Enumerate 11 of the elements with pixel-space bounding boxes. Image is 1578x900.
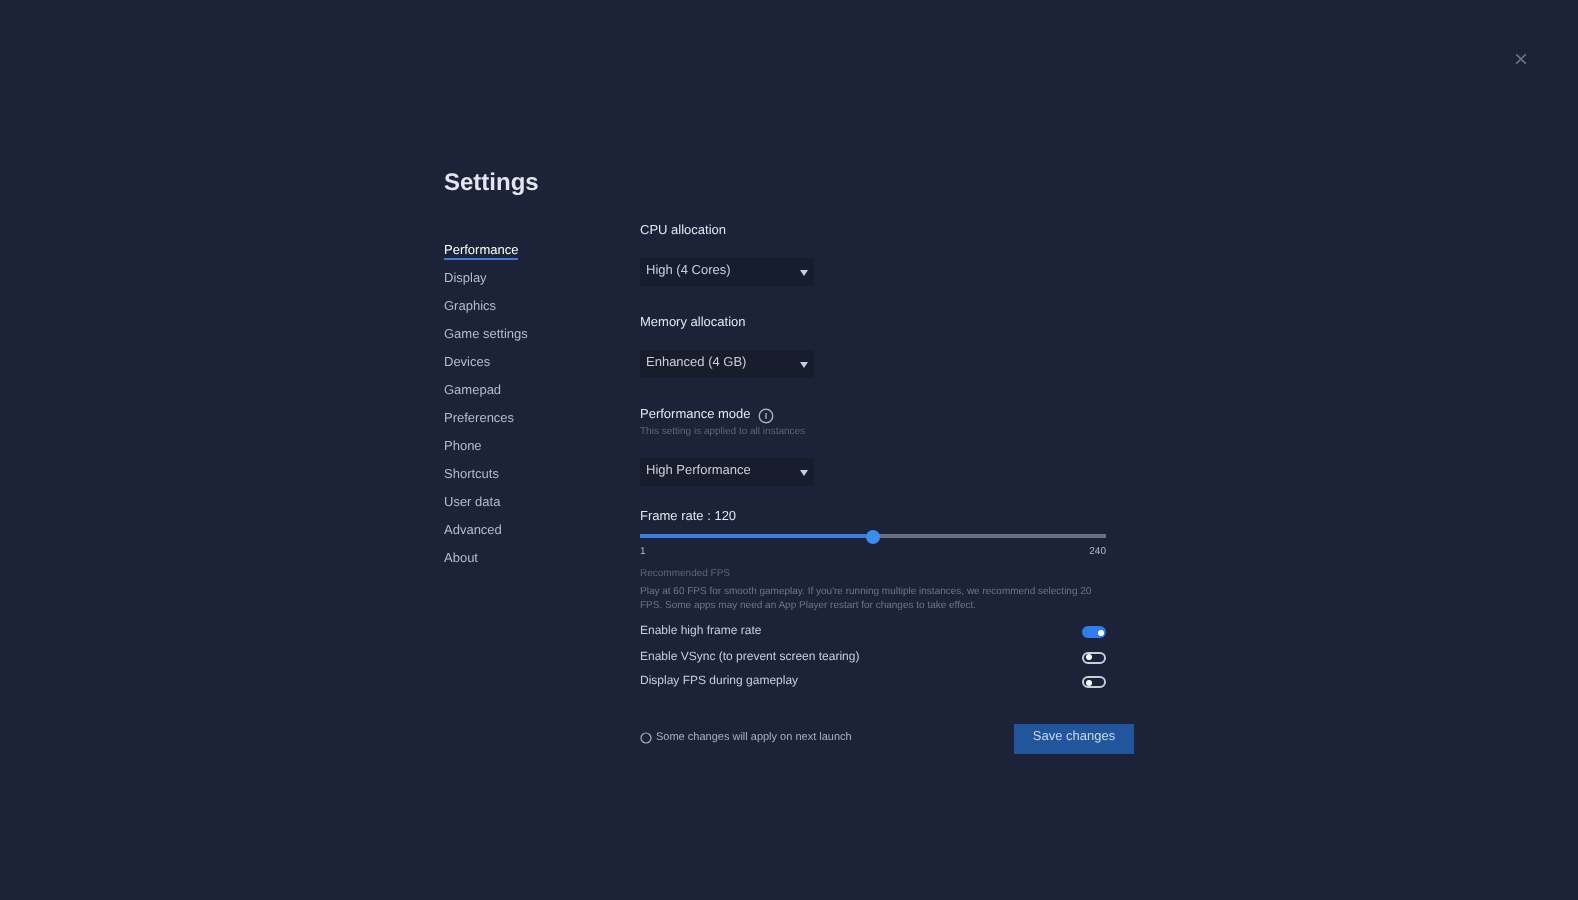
toggle-switch[interactable] bbox=[1082, 626, 1106, 639]
slider-thumb[interactable] bbox=[866, 529, 880, 543]
toggle-switch[interactable] bbox=[1082, 651, 1106, 664]
info-icon[interactable] bbox=[758, 407, 775, 423]
caret-icon bbox=[800, 469, 808, 475]
settings-title: Settings bbox=[444, 168, 541, 198]
caret-icon bbox=[800, 361, 808, 367]
close-icon[interactable] bbox=[1516, 54, 1526, 64]
toggle-switch[interactable] bbox=[1082, 676, 1106, 689]
caret-icon bbox=[800, 269, 808, 275]
info-circle-icon bbox=[640, 732, 652, 744]
